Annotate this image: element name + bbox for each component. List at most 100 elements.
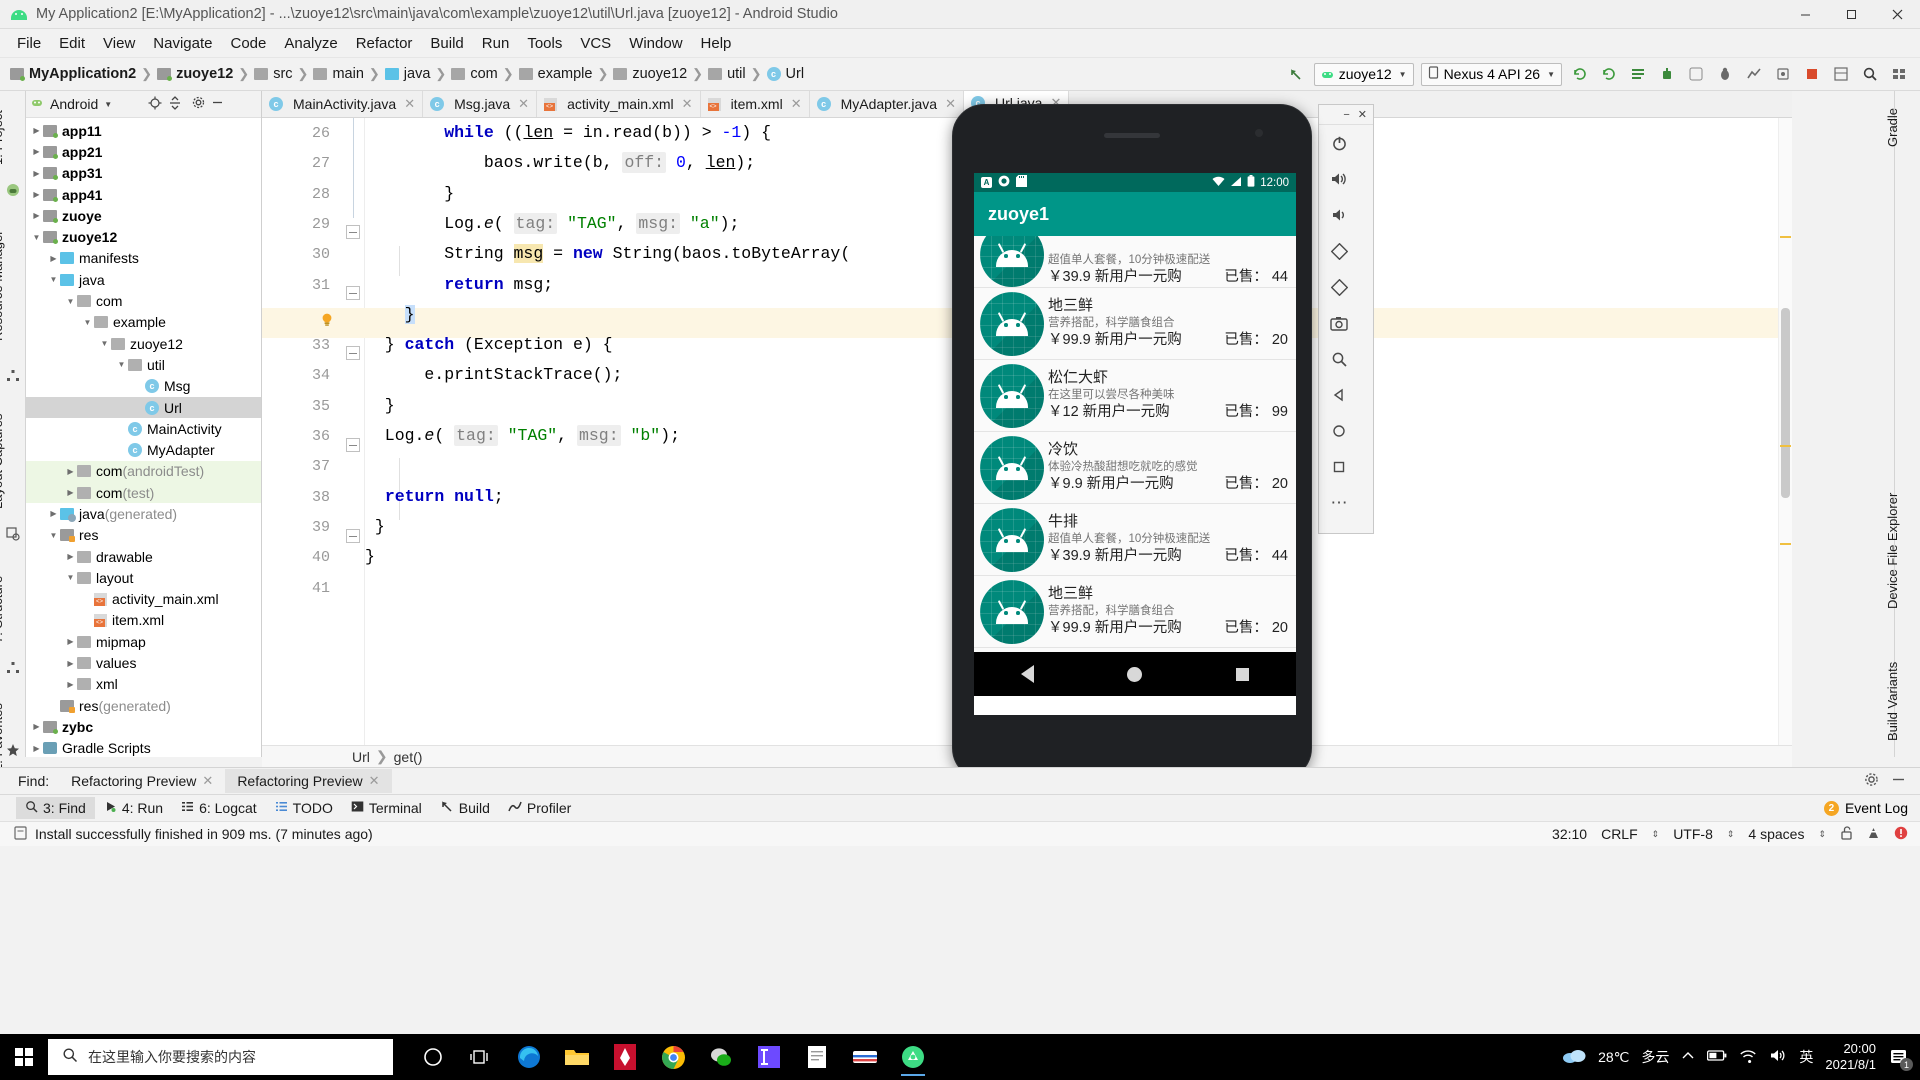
find-tab[interactable]: Refactoring Preview ✕ bbox=[59, 769, 225, 793]
chevron-right-icon[interactable]: ▶ bbox=[30, 169, 43, 178]
chevron-right-icon[interactable]: ▶ bbox=[64, 659, 77, 668]
profile-icon[interactable] bbox=[1743, 63, 1765, 85]
tree-node-xml[interactable]: ▶ xml bbox=[26, 674, 261, 695]
tree-node-zuoye12[interactable]: ▼ zuoye12 bbox=[26, 226, 261, 247]
tool-window-todo[interactable]: TODO bbox=[266, 797, 342, 819]
chevron-right-icon[interactable]: ▶ bbox=[30, 126, 43, 135]
chevron-right-icon[interactable]: ▶ bbox=[30, 211, 43, 220]
home-button[interactable] bbox=[1127, 666, 1143, 682]
tree-node-drawable[interactable]: ▶ drawable bbox=[26, 546, 261, 567]
tool-window-6-logcat[interactable]: 6: Logcat bbox=[172, 797, 266, 819]
fold-marker[interactable] bbox=[346, 529, 360, 543]
line-separator[interactable]: CRLF bbox=[1601, 826, 1638, 842]
menu-item-analyze[interactable]: Analyze bbox=[275, 32, 346, 55]
tree-node-gradle-scripts[interactable]: ▶ Gradle Scripts bbox=[26, 738, 261, 757]
home-icon[interactable] bbox=[1319, 413, 1359, 449]
menu-item-navigate[interactable]: Navigate bbox=[144, 32, 221, 55]
chevron-down-icon[interactable]: ▼ bbox=[115, 360, 128, 369]
list-item[interactable]: 牛排 超值单人套餐，10分钟极速配送 ￥39.9 新用户一元购 已售： 44 bbox=[974, 504, 1296, 576]
android-studio-icon[interactable] bbox=[891, 1037, 935, 1077]
power-icon[interactable] bbox=[1319, 125, 1359, 161]
breadcrumb-item-main[interactable]: main bbox=[313, 66, 364, 82]
tree-node-java[interactable]: ▼ java bbox=[26, 269, 261, 290]
list-item[interactable]: 松仁大虾 在这里可以尝尽各种美味 ￥12 新用户一元购 已售： 99 bbox=[974, 360, 1296, 432]
close-tab-icon[interactable]: ✕ bbox=[945, 96, 956, 112]
tree-node-layout[interactable]: ▼ layout bbox=[26, 567, 261, 588]
tree-node-res[interactable]: res (generated) bbox=[26, 695, 261, 716]
sync-project-icon[interactable] bbox=[1598, 63, 1620, 85]
menu-item-refactor[interactable]: Refactor bbox=[347, 32, 422, 55]
warning-stripe[interactable] bbox=[1780, 236, 1791, 238]
stop-icon[interactable] bbox=[1801, 63, 1823, 85]
tool-window-3-find[interactable]: 3: Find bbox=[16, 797, 95, 819]
editor-tab-item-xml[interactable]: item.xml ✕ bbox=[700, 91, 810, 117]
tree-node-zybc[interactable]: ▶ zybc bbox=[26, 716, 261, 737]
volume-up-icon[interactable] bbox=[1319, 161, 1359, 197]
unlock-icon[interactable] bbox=[1840, 825, 1853, 843]
chevron-down-icon[interactable]: ▼ bbox=[104, 100, 112, 109]
fold-marker[interactable] bbox=[346, 346, 360, 360]
fold-marker[interactable] bbox=[346, 438, 360, 452]
chevron-right-icon[interactable]: ▶ bbox=[64, 637, 77, 646]
error-icon[interactable] bbox=[1894, 826, 1908, 843]
edge-icon[interactable] bbox=[507, 1037, 551, 1077]
project-view-selector[interactable]: Android bbox=[50, 96, 98, 112]
volume-icon[interactable] bbox=[1769, 1048, 1787, 1066]
editor-tab-activity-main-xml[interactable]: activity_main.xml ✕ bbox=[537, 91, 701, 117]
overview-icon[interactable] bbox=[1319, 449, 1359, 485]
close-icon[interactable]: ✕ bbox=[1358, 108, 1367, 121]
taskbar-search-input[interactable]: 在这里输入你要搜索的内容 bbox=[48, 1039, 393, 1075]
breadcrumb-item-com[interactable]: com bbox=[451, 66, 498, 82]
notepad-icon[interactable] bbox=[795, 1037, 839, 1077]
tool-window-4-run[interactable]: 4: Run bbox=[95, 797, 172, 819]
emulator-screen[interactable]: A 12:00 zuoye1 超值单人套餐，10分钟极速配送 ￥39.9 新用户… bbox=[974, 173, 1296, 715]
tree-node-mainactivity[interactable]: c MainActivity bbox=[26, 418, 261, 439]
tree-node-app21[interactable]: ▶ app21 bbox=[26, 141, 261, 162]
back-arrow-icon[interactable] bbox=[1285, 63, 1307, 85]
back-icon[interactable] bbox=[1319, 377, 1359, 413]
search-everywhere-icon[interactable] bbox=[1859, 63, 1881, 85]
breadcrumb-item-zuoye12[interactable]: zuoye12 bbox=[157, 66, 233, 82]
notification-icon[interactable]: 1 bbox=[1888, 1046, 1913, 1071]
list-item[interactable]: 超值单人套餐，10分钟极速配送 ￥39.9 新用户一元购 已售： 44 bbox=[974, 236, 1296, 288]
editor-scrollbar[interactable] bbox=[1778, 118, 1792, 757]
chevron-right-icon[interactable]: ▶ bbox=[64, 680, 77, 689]
tree-node-example[interactable]: ▼ example bbox=[26, 312, 261, 333]
breadcrumb-item-url[interactable]: c Url bbox=[766, 66, 804, 82]
back-button[interactable] bbox=[1020, 665, 1034, 683]
minimize-button[interactable] bbox=[1782, 0, 1828, 29]
list-item[interactable]: 地三鲜 营养搭配，科学膳食组合 ￥99.9 新用户一元购 已售： 20 bbox=[974, 288, 1296, 360]
recents-button[interactable] bbox=[1236, 667, 1250, 681]
rail-tab-resource-manager[interactable]: Resource Manager bbox=[0, 216, 16, 356]
tree-node-app11[interactable]: ▶ app11 bbox=[26, 120, 261, 141]
chrome-icon[interactable] bbox=[651, 1037, 695, 1077]
tool-window-terminal[interactable]: Terminal bbox=[342, 797, 431, 819]
find-tab[interactable]: Refactoring Preview ✕ bbox=[225, 769, 392, 793]
file-explorer-icon[interactable] bbox=[555, 1037, 599, 1077]
tree-node-res[interactable]: ▼ res bbox=[26, 525, 261, 546]
rail-tab-layout-captures[interactable]: Layout Captures bbox=[0, 401, 16, 521]
gear-icon[interactable] bbox=[192, 96, 205, 112]
rail-tab-structure[interactable]: 7: Structure bbox=[0, 563, 16, 655]
scrollbar-thumb[interactable] bbox=[1781, 308, 1790, 498]
browser-icon[interactable] bbox=[843, 1037, 887, 1077]
fold-marker[interactable] bbox=[346, 225, 360, 239]
tree-node-com[interactable]: ▼ com bbox=[26, 290, 261, 311]
tree-node-com[interactable]: ▶ com (androidTest) bbox=[26, 460, 261, 483]
chevron-right-icon[interactable]: ▶ bbox=[30, 147, 43, 156]
hide-icon[interactable] bbox=[1891, 772, 1906, 790]
red-app-icon[interactable] bbox=[603, 1037, 647, 1077]
tree-node-util[interactable]: ▼ util bbox=[26, 354, 261, 375]
inspection-icon[interactable] bbox=[1867, 826, 1880, 843]
run-configuration-selector[interactable]: zuoye12 ▼ bbox=[1313, 62, 1414, 86]
menu-item-tools[interactable]: Tools bbox=[518, 32, 571, 55]
sync-icon[interactable] bbox=[1569, 63, 1591, 85]
tree-node-zuoye[interactable]: ▶ zuoye bbox=[26, 205, 261, 226]
close-tab-icon[interactable]: ✕ bbox=[682, 96, 693, 112]
breadcrumb-item-example[interactable]: example bbox=[518, 66, 592, 82]
rail-tab-gradle[interactable]: Gradle bbox=[1885, 99, 1911, 155]
tree-node-zuoye12[interactable]: ▼ zuoye12 bbox=[26, 333, 261, 354]
breadcrumb-item-myapplication2[interactable]: MyApplication2 bbox=[10, 66, 136, 82]
close-tab-icon[interactable]: ✕ bbox=[518, 96, 529, 112]
rail-tab-device-file-explorer[interactable]: Device File Explorer bbox=[1885, 471, 1911, 631]
